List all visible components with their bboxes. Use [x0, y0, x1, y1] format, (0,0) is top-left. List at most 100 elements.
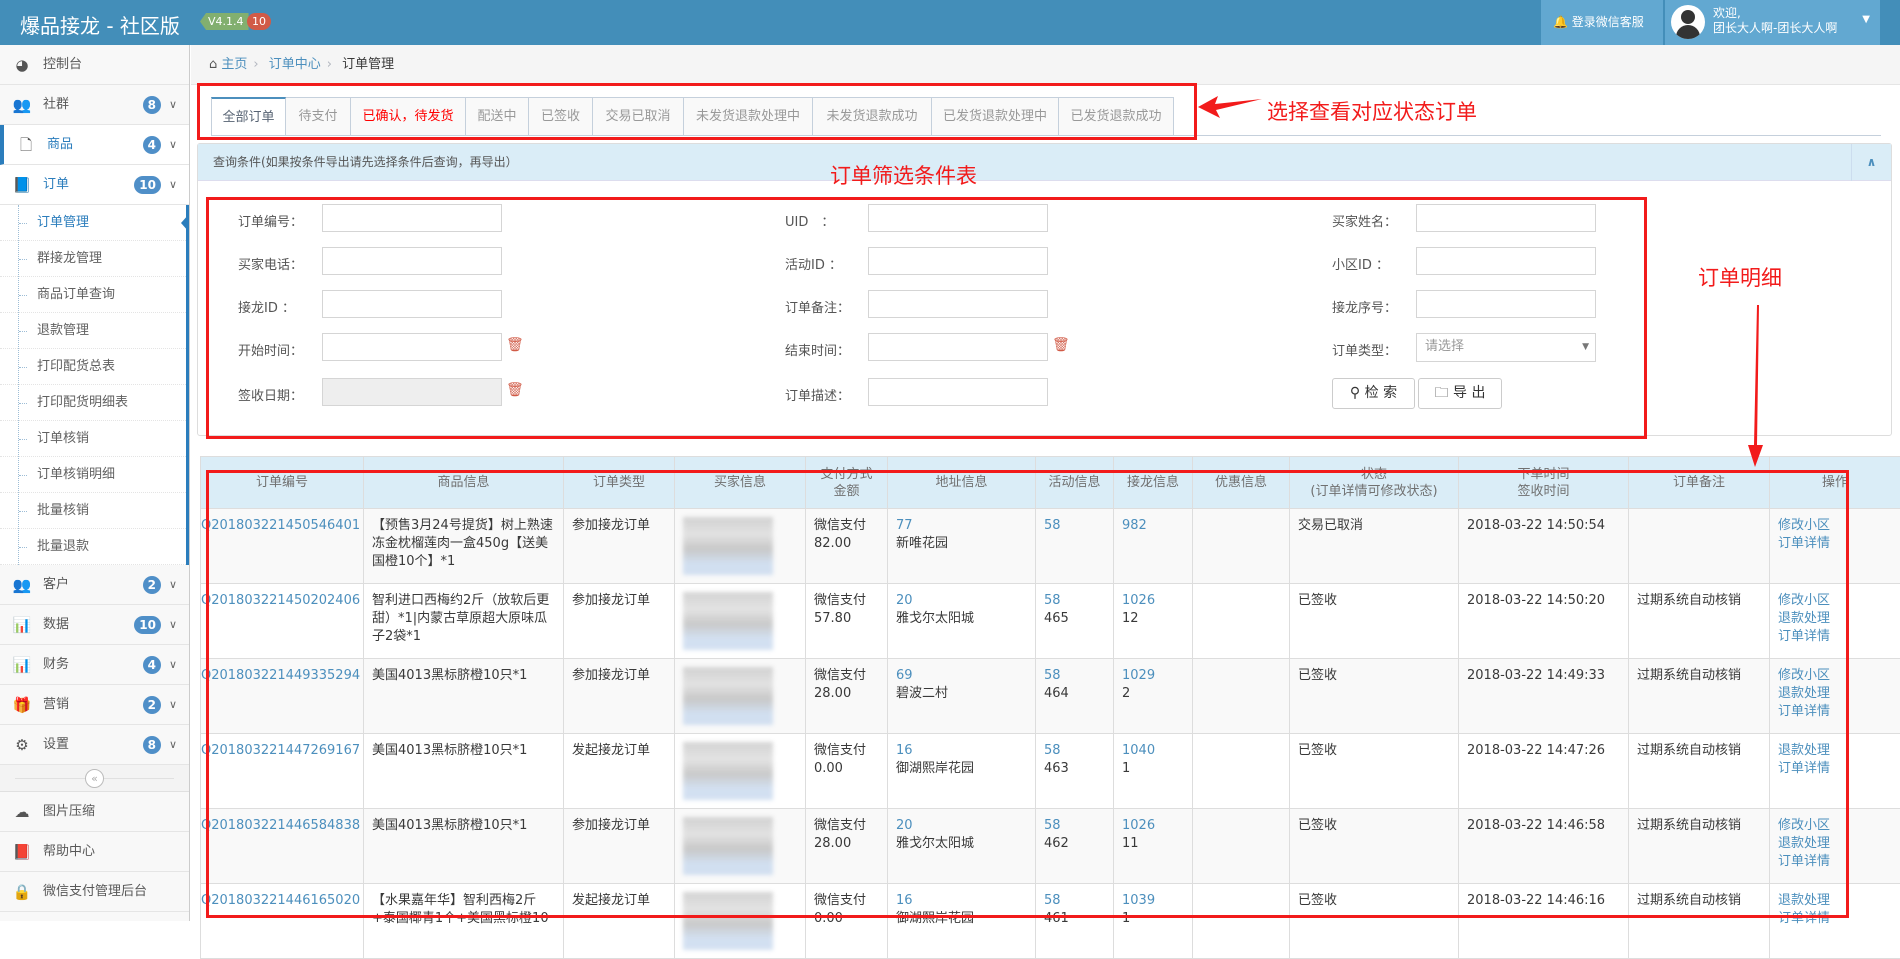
- tabs-divider: [211, 135, 1881, 136]
- activity-link[interactable]: 58: [1044, 742, 1105, 760]
- address-id-link[interactable]: 20: [896, 592, 1027, 610]
- sidebar-item-image-compress[interactable]: ☁图片压缩: [0, 792, 189, 832]
- submenu-item[interactable]: 群接龙管理: [0, 241, 186, 277]
- sidebar-item-help[interactable]: 📕帮助中心: [0, 832, 189, 872]
- jielong-link[interactable]: 1026: [1122, 592, 1184, 610]
- jielong-link[interactable]: 1039: [1122, 892, 1184, 910]
- tab-refund-unshipped-success[interactable]: 未发货退款成功: [813, 97, 932, 136]
- activity-link[interactable]: 58: [1044, 817, 1105, 835]
- trash-icon[interactable]: 🗑: [1052, 337, 1070, 353]
- activity-link[interactable]: 58: [1044, 517, 1105, 535]
- community-id-input[interactable]: [1416, 247, 1596, 275]
- address-id-link[interactable]: 20: [896, 817, 1027, 835]
- tab-signed[interactable]: 已签收: [529, 97, 593, 136]
- action-link[interactable]: 修改小区: [1778, 517, 1892, 535]
- trash-icon[interactable]: 🗑: [506, 382, 524, 398]
- submenu-item[interactable]: 打印配货明细表: [0, 385, 186, 421]
- jielong-link[interactable]: 982: [1122, 517, 1184, 535]
- sidebar-item-orders[interactable]: 📘订单10∨: [0, 165, 189, 205]
- activity-id-input[interactable]: [868, 247, 1048, 275]
- order-id-link[interactable]: Q201803221447269167: [201, 742, 355, 760]
- action-link[interactable]: 订单详情: [1778, 703, 1892, 721]
- submenu-item[interactable]: 订单核销明细: [0, 457, 186, 493]
- order-no-input[interactable]: [322, 204, 502, 232]
- tab-refund-unshipped-processing[interactable]: 未发货退款处理中: [684, 97, 813, 136]
- order-type-select[interactable]: 请选择▼: [1416, 333, 1596, 362]
- order-id-link[interactable]: Q201803221450546401: [201, 517, 355, 535]
- action-link[interactable]: 订单详情: [1778, 853, 1892, 871]
- chevron-down-icon: ∨: [169, 725, 177, 765]
- action-link[interactable]: 退款处理: [1778, 742, 1892, 760]
- action-link[interactable]: 修改小区: [1778, 817, 1892, 835]
- submenu-item[interactable]: 订单核销: [0, 421, 186, 457]
- chevron-up-icon[interactable]: ∧: [1851, 144, 1891, 181]
- jielong-link[interactable]: 1029: [1122, 667, 1184, 685]
- sidebar-item-marketing[interactable]: 🎁营销2∨: [0, 685, 189, 725]
- submenu-item[interactable]: 批量退款: [0, 529, 186, 565]
- action-link[interactable]: 订单详情: [1778, 535, 1892, 553]
- order-time: 2018-03-22 14:49:33: [1467, 667, 1620, 685]
- sidebar-item-customers[interactable]: 👥客户2∨: [0, 565, 189, 605]
- search-button[interactable]: ⚲ 检 索: [1332, 378, 1415, 409]
- action-link[interactable]: 退款处理: [1778, 685, 1892, 703]
- tab-delivering[interactable]: 配送中: [466, 97, 529, 136]
- submenu-order-management[interactable]: 订单管理: [0, 205, 186, 241]
- submenu-item[interactable]: 打印配货总表: [0, 349, 186, 385]
- action-link[interactable]: 订单详情: [1778, 628, 1892, 646]
- tab-confirmed[interactable]: 已确认，待发货: [351, 97, 466, 136]
- jielong-id-input[interactable]: [322, 290, 502, 318]
- tab-refund-shipped-success[interactable]: 已发货退款成功: [1059, 97, 1174, 136]
- order-id-link[interactable]: Q201803221446584838: [201, 817, 355, 835]
- order-id-link[interactable]: Q201803221450202406: [201, 592, 355, 610]
- wechat-service-login-button[interactable]: 🔔 登录微信客服: [1541, 0, 1663, 45]
- tab-all[interactable]: 全部订单: [211, 97, 286, 136]
- address-id-link[interactable]: 16: [896, 742, 1027, 760]
- address-id-link[interactable]: 77: [896, 517, 1027, 535]
- submenu-item[interactable]: 退款管理: [0, 313, 186, 349]
- double-chevron-left-icon[interactable]: «: [85, 769, 104, 788]
- activity-link[interactable]: 58: [1044, 892, 1105, 910]
- breadcrumb-home[interactable]: 主页: [221, 57, 247, 72]
- jielong-link[interactable]: 1040: [1122, 742, 1184, 760]
- buyer-phone-input[interactable]: [322, 247, 502, 275]
- user-menu[interactable]: 欢迎,团长大人啊-团长大人啊 ▼: [1665, 0, 1880, 45]
- action-link[interactable]: 修改小区: [1778, 667, 1892, 685]
- buyer-name-input[interactable]: [1416, 204, 1596, 232]
- sign-date-input[interactable]: [322, 378, 502, 406]
- sidebar-item-goods[interactable]: 🗋商品4∨: [0, 125, 189, 165]
- sidebar-item-community[interactable]: 👥社群8∨: [0, 85, 189, 125]
- sidebar-item-data[interactable]: 📊数据10∨: [0, 605, 189, 645]
- export-button[interactable]: 🗀 导 出: [1418, 378, 1502, 409]
- uid-input[interactable]: [868, 204, 1048, 232]
- sidebar-item-dashboard[interactable]: ◕控制台: [0, 45, 189, 85]
- order-desc-input[interactable]: [868, 378, 1048, 406]
- action-link[interactable]: 退款处理: [1778, 610, 1892, 628]
- tab-refund-shipped-processing[interactable]: 已发货退款处理中: [932, 97, 1059, 136]
- sidebar-item-settings[interactable]: ⚙设置8∨: [0, 725, 189, 765]
- app-title[interactable]: 爆品接龙 - 社区版: [20, 10, 180, 39]
- tab-cancelled[interactable]: 交易已取消: [593, 97, 684, 136]
- breadcrumb-order-center[interactable]: 订单中心: [269, 57, 321, 72]
- action-link[interactable]: 修改小区: [1778, 592, 1892, 610]
- action-link[interactable]: 订单详情: [1778, 760, 1892, 778]
- sidebar-item-finance[interactable]: 📊财务4∨: [0, 645, 189, 685]
- activity-link[interactable]: 58: [1044, 667, 1105, 685]
- start-time-input[interactable]: [322, 333, 502, 361]
- sidebar-item-wechat-pay[interactable]: 🔒微信支付管理后台: [0, 872, 189, 912]
- tab-pending-payment[interactable]: 待支付: [286, 97, 351, 136]
- order-id-link[interactable]: Q201803221449335294: [201, 667, 355, 685]
- order-note-input[interactable]: [868, 290, 1048, 318]
- address-id-link[interactable]: 69: [896, 667, 1027, 685]
- submenu-item[interactable]: 商品订单查询: [0, 277, 186, 313]
- action-link[interactable]: 订单详情: [1778, 910, 1892, 928]
- address-id-link[interactable]: 16: [896, 892, 1027, 910]
- jielong-link[interactable]: 1026: [1122, 817, 1184, 835]
- activity-link[interactable]: 58: [1044, 592, 1105, 610]
- order-id-link[interactable]: Q201803221446165020: [201, 892, 355, 910]
- jielong-seq-input[interactable]: [1416, 290, 1596, 318]
- end-time-input[interactable]: [868, 333, 1048, 361]
- submenu-item[interactable]: 批量核销: [0, 493, 186, 529]
- action-link[interactable]: 退款处理: [1778, 835, 1892, 853]
- action-link[interactable]: 退款处理: [1778, 892, 1892, 910]
- trash-icon[interactable]: 🗑: [506, 337, 524, 353]
